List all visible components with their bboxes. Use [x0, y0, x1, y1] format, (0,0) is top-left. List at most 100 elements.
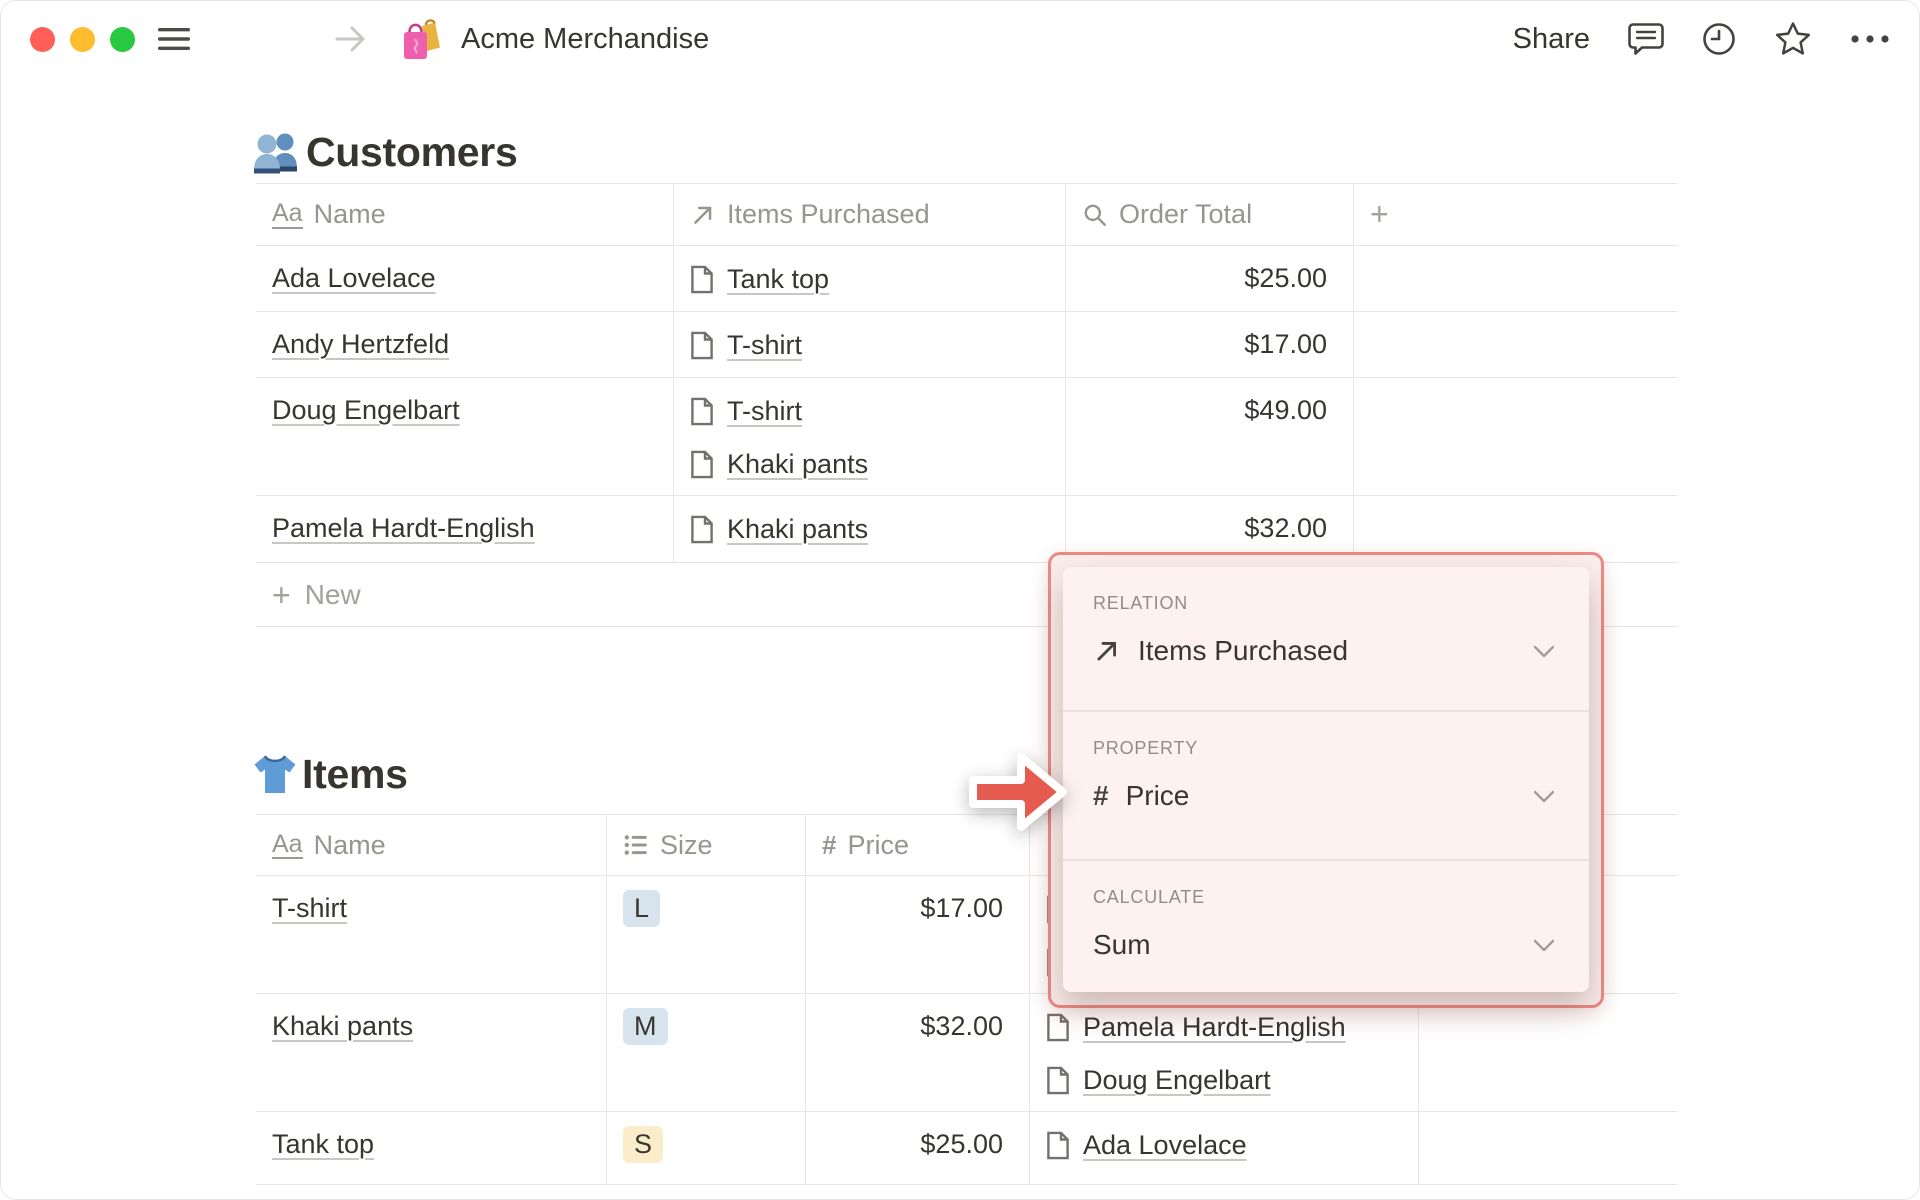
number-property-icon: #: [822, 829, 837, 860]
page-title-breadcrumb[interactable]: Acme Merchandise: [461, 23, 709, 56]
customer-name-cell[interactable]: Ada Lovelace: [256, 246, 674, 311]
rollup-magnifier-icon: [1084, 204, 1106, 226]
ellipsis-icon: [1851, 35, 1889, 43]
page-icon: [691, 515, 713, 544]
rollup-config-card: RELATION Items Purchased PROPERTY # Pric…: [1063, 567, 1589, 992]
empty-cell: [1419, 1112, 1678, 1184]
order-total-cell[interactable]: $17.00: [1066, 312, 1354, 377]
forward-button[interactable]: [335, 24, 367, 54]
top-bar: Acme Merchandise Share: [0, 0, 1920, 78]
relation-link[interactable]: Doug Engelbart: [1046, 1054, 1402, 1107]
size-cell[interactable]: S: [607, 1112, 806, 1184]
tshirt-emoji-icon: [252, 753, 298, 795]
order-total-cell[interactable]: $25.00: [1066, 246, 1354, 311]
property-select[interactable]: # Price: [1093, 780, 1559, 812]
calculate-section: CALCULATE Sum: [1063, 861, 1589, 992]
items-purchased-cell[interactable]: T-shirt Khaki pants: [674, 378, 1066, 495]
items-title: Items: [302, 750, 408, 797]
size-tag: M: [623, 1008, 668, 1045]
relation-link[interactable]: Khaki pants: [690, 438, 1049, 491]
relation-link[interactable]: Khaki pants: [690, 503, 1049, 556]
back-arrow-icon: [271, 24, 303, 54]
empty-cell: [1419, 994, 1678, 1111]
relation-link[interactable]: T-shirt: [690, 385, 1049, 438]
plus-icon: +: [272, 576, 291, 613]
page-icon: [691, 331, 713, 360]
people-emoji-icon: [252, 130, 302, 174]
rollup-config-popup: RELATION Items Purchased PROPERTY # Pric…: [1048, 552, 1604, 1008]
select-property-icon: [624, 835, 647, 855]
item-name-cell[interactable]: Khaki pants: [256, 994, 607, 1111]
more-options-button[interactable]: [1850, 34, 1890, 44]
sidebar-toggle-button[interactable]: [157, 26, 191, 52]
comments-button[interactable]: [1628, 22, 1664, 56]
customer-name-cell[interactable]: Andy Hertzfeld: [256, 312, 674, 377]
title-property-icon: Aa: [272, 199, 303, 229]
property-section-label: PROPERTY: [1093, 738, 1199, 758]
shopping-bags-emoji-icon: [399, 17, 441, 61]
chevron-down-icon: [1533, 790, 1555, 803]
plus-icon: +: [1370, 196, 1389, 232]
annotation-arrow-icon: [969, 753, 1067, 831]
column-header-size[interactable]: Size: [607, 815, 806, 875]
price-cell[interactable]: $32.00: [806, 994, 1030, 1111]
empty-cell: [1354, 312, 1678, 377]
purchased-by-cell[interactable]: Pamela Hardt-English Doug Engelbart: [1030, 994, 1419, 1111]
zoom-window-button[interactable]: [110, 26, 135, 52]
items-purchased-cell[interactable]: T-shirt: [674, 312, 1066, 377]
items-purchased-cell[interactable]: Tank top: [674, 246, 1066, 311]
top-bar-actions: Share: [1513, 21, 1890, 57]
relation-arrow-icon: [1097, 642, 1116, 661]
customer-name-cell[interactable]: Pamela Hardt-English: [256, 496, 674, 562]
relation-link[interactable]: T-shirt: [690, 319, 1049, 372]
column-header-name[interactable]: Aa Name: [256, 815, 607, 875]
calculate-select[interactable]: Sum: [1093, 929, 1559, 961]
relation-arrow-icon: [694, 206, 712, 224]
size-cell[interactable]: M: [607, 994, 806, 1111]
item-name-cell[interactable]: Tank top: [256, 1112, 607, 1184]
traffic-lights: [30, 26, 135, 52]
page-icon: [1047, 1131, 1069, 1160]
purchased-by-cell[interactable]: Ada Lovelace: [1030, 1112, 1419, 1184]
page-icon: [691, 397, 713, 426]
customer-name-cell[interactable]: Doug Engelbart: [256, 378, 674, 495]
price-cell[interactable]: $17.00: [806, 876, 1030, 993]
relation-link[interactable]: Tank top: [690, 253, 1049, 306]
order-total-cell[interactable]: $49.00: [1066, 378, 1354, 495]
relation-select[interactable]: Items Purchased: [1093, 635, 1559, 667]
column-header-items-purchased[interactable]: Items Purchased: [674, 184, 1066, 245]
price-cell[interactable]: $25.00: [806, 1112, 1030, 1184]
favorite-button[interactable]: [1774, 21, 1812, 57]
page-icon: [691, 265, 713, 294]
relation-section: RELATION Items Purchased: [1063, 567, 1589, 710]
back-button[interactable]: [271, 24, 303, 54]
column-header-order-total[interactable]: Order Total: [1066, 184, 1354, 245]
property-section: PROPERTY # Price: [1063, 712, 1589, 859]
clock-icon: [1703, 23, 1735, 55]
comment-bubble-icon: [1628, 23, 1664, 55]
app-window: Acme Merchandise Share Customers Aa Name…: [0, 0, 1920, 1200]
share-button[interactable]: Share: [1513, 23, 1590, 56]
relation-link[interactable]: Pamela Hardt-English: [1046, 1001, 1402, 1054]
size-cell[interactable]: L: [607, 876, 806, 993]
table-row: Andy Hertzfeld T-shirt $17.00: [256, 312, 1678, 378]
title-property-icon: Aa: [272, 829, 303, 860]
chevron-down-icon: [1533, 939, 1555, 952]
chevron-down-icon: [1533, 645, 1555, 658]
table-row: Khaki pants M $32.00 Pamela Hardt-Englis…: [256, 994, 1678, 1112]
page-icon: [1047, 1066, 1069, 1095]
page-icon: [691, 450, 713, 479]
table-row: Tank top S $25.00 Ada Lovelace: [256, 1112, 1678, 1185]
column-header-name[interactable]: Aa Name: [256, 184, 674, 245]
customers-section-heading: Customers: [252, 121, 1920, 183]
add-column-button[interactable]: +: [1354, 184, 1678, 245]
items-purchased-cell[interactable]: Khaki pants: [674, 496, 1066, 562]
table-row: Doug Engelbart T-shirt Khaki pants $49.0…: [256, 378, 1678, 496]
minimize-window-button[interactable]: [70, 26, 95, 52]
relation-link[interactable]: Ada Lovelace: [1046, 1119, 1402, 1172]
customers-title: Customers: [306, 128, 518, 175]
star-icon: [1775, 22, 1811, 55]
close-window-button[interactable]: [30, 26, 55, 52]
updates-button[interactable]: [1702, 22, 1736, 56]
item-name-cell[interactable]: T-shirt: [256, 876, 607, 993]
